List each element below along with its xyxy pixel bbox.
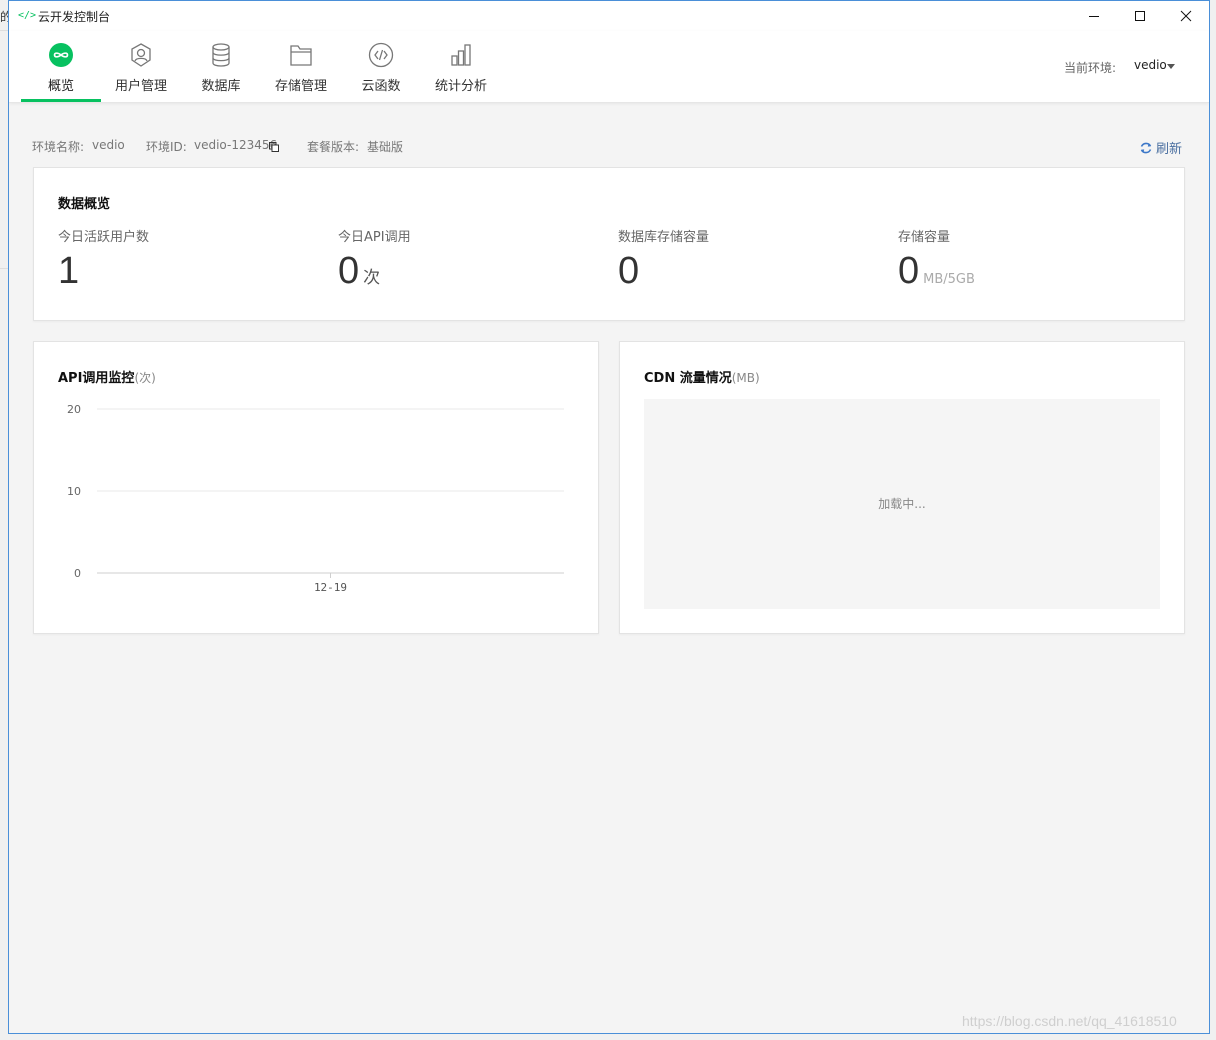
tab-storage-management[interactable]: 存储管理 xyxy=(261,31,341,102)
stat-unit: MB/5GB xyxy=(923,272,975,287)
infinity-icon xyxy=(49,43,73,67)
stat-api-calls: 今日API调用 0次 xyxy=(338,226,588,292)
card-title-text: CDN 流量情况 xyxy=(644,371,732,386)
folder-icon xyxy=(290,45,312,66)
stat-unit: 次 xyxy=(363,268,381,288)
env-id-label: 环境ID: xyxy=(146,140,187,154)
background-app-edge-bottom xyxy=(0,1033,1216,1040)
stat-value: 0 xyxy=(338,250,360,292)
api-call-chart: 0 10 20 12-19 xyxy=(67,403,564,594)
stat-value: 0 xyxy=(618,250,640,292)
watermark: https://blog.csdn.net/qq_41618510 xyxy=(962,1013,1177,1029)
background-app-edge-right xyxy=(1209,0,1216,1040)
code-app-icon: </> xyxy=(18,10,37,21)
background-app-edge: 的 xyxy=(0,0,12,1040)
loading-text: 加载中... xyxy=(878,497,926,511)
chevron-down-icon[interactable] xyxy=(1167,64,1175,69)
tab-database[interactable]: 数据库 xyxy=(181,31,261,102)
stat-label: 今日活跃用户数 xyxy=(58,230,150,245)
card-title: CDN 流量情况(MB) xyxy=(644,367,760,386)
env-id-value: vedio-123456 xyxy=(194,138,278,152)
user-icon xyxy=(131,43,151,67)
plan-label: 套餐版本: xyxy=(307,140,360,154)
tab-statistics[interactable]: 统计分析 xyxy=(421,31,501,102)
api-monitor-card: API调用监控(次) 0 10 20 12-19 xyxy=(33,341,599,634)
console-window: </> 云开发控制台 概览 用户管理 数据库 存储管理 云函数 统计分析 当前环… xyxy=(8,0,1210,1034)
active-tab-indicator xyxy=(21,99,101,102)
refresh-label: 刷新 xyxy=(1156,142,1183,157)
tab-label: 概览 xyxy=(47,79,74,94)
database-icon xyxy=(212,43,230,67)
card-title: 数据概览 xyxy=(58,197,111,212)
maximize-icon xyxy=(1135,11,1145,21)
stat-database-storage: 数据库存储容量 0 xyxy=(618,226,868,292)
code-icon xyxy=(368,42,394,68)
stat-label: 今日API调用 xyxy=(338,230,411,245)
refresh-button[interactable]: 刷新 xyxy=(1139,138,1182,157)
stat-storage-capacity: 存储容量 0 MB/5GB xyxy=(898,226,1148,292)
tab-label: 云函数 xyxy=(361,79,401,94)
tab-overview[interactable]: 概览 xyxy=(21,31,101,102)
refresh-icon xyxy=(1140,142,1152,153)
stat-active-users: 今日活跃用户数 1 xyxy=(58,226,308,292)
env-selector[interactable]: vedio xyxy=(1134,58,1167,72)
card-title-unit: (MB) xyxy=(731,371,760,385)
plan-value: 基础版 xyxy=(367,140,404,154)
title-bar[interactable]: </> 云开发控制台 xyxy=(9,1,1209,31)
chart-icon xyxy=(451,44,471,66)
close-icon xyxy=(1180,10,1192,22)
stat-value: 0 xyxy=(898,250,920,292)
tab-label: 统计分析 xyxy=(434,79,487,94)
minimize-button[interactable] xyxy=(1071,1,1117,31)
stat-value: 1 xyxy=(58,250,80,292)
main-nav: 概览 用户管理 数据库 存储管理 云函数 统计分析 当前环境: vedio xyxy=(9,31,1209,103)
stat-label: 存储容量 xyxy=(898,230,951,245)
close-button[interactable] xyxy=(1163,1,1209,31)
window-title: 云开发控制台 xyxy=(38,10,111,24)
copy-icon[interactable] xyxy=(269,142,279,152)
background-divider xyxy=(0,30,8,31)
y-tick-label: 0 xyxy=(74,567,81,580)
tab-label: 用户管理 xyxy=(114,79,167,94)
y-tick-label: 10 xyxy=(67,485,81,498)
cdn-traffic-card: CDN 流量情况(MB) 加载中... xyxy=(619,341,1185,634)
env-name-value: vedio xyxy=(92,138,125,152)
tab-label: 存储管理 xyxy=(274,79,327,94)
data-overview-card: 数据概览 今日活跃用户数 1 今日API调用 0次 数据库存储容量 0 存储容量… xyxy=(33,167,1185,321)
background-divider xyxy=(0,268,8,269)
y-tick-label: 20 xyxy=(67,403,81,416)
tab-user-management[interactable]: 用户管理 xyxy=(101,31,181,102)
tab-cloud-functions[interactable]: 云函数 xyxy=(341,31,421,102)
cdn-chart-placeholder: 加载中... xyxy=(644,399,1160,609)
stat-label: 数据库存储容量 xyxy=(618,230,710,245)
env-name-label: 环境名称: xyxy=(32,140,85,154)
maximize-button[interactable] xyxy=(1117,1,1163,31)
x-tick-label: 12-19 xyxy=(314,581,347,594)
env-selector-label: 当前环境: xyxy=(1064,61,1117,75)
tab-label: 数据库 xyxy=(201,79,241,94)
minimize-icon xyxy=(1089,16,1099,17)
